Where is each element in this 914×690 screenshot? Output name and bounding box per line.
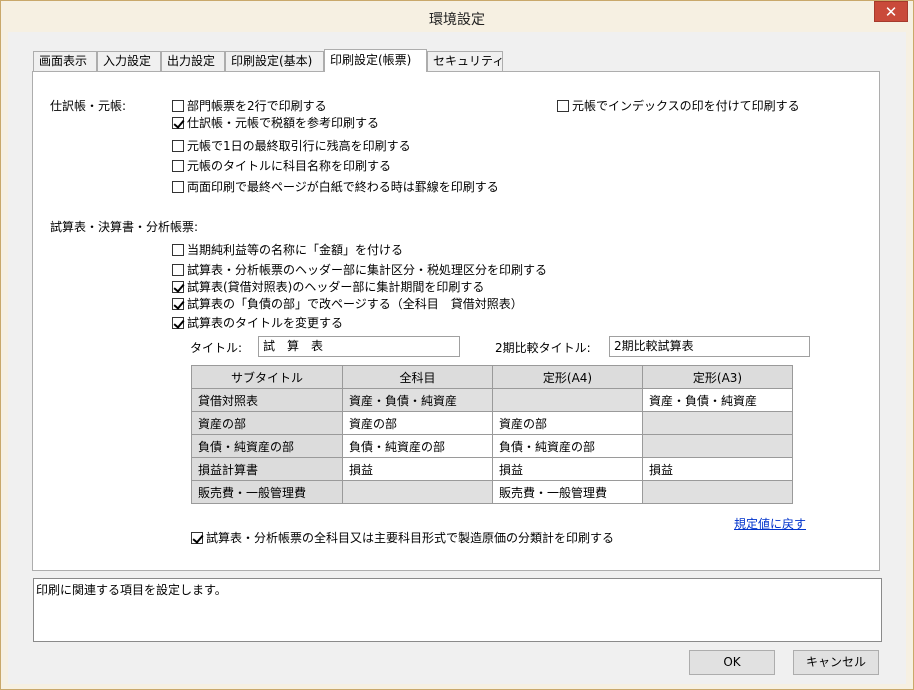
- checkbox-label: 試算表のタイトルを変更する: [187, 316, 344, 330]
- checkbox-label: 元帳でインデックスの印を付けて印刷する: [572, 99, 800, 113]
- table-cell[interactable]: 損益: [492, 457, 643, 481]
- tab-print-basic[interactable]: 印刷設定(基本): [225, 51, 324, 71]
- compare-title-input[interactable]: 2期比較試算表: [609, 336, 810, 357]
- checkbox-ledger-index-mark[interactable]: 元帳でインデックスの印を付けて印刷する: [557, 97, 800, 114]
- column-header-subtitle: サブタイトル: [191, 365, 343, 389]
- checkbox-label: 当期純利益等の名称に「金額」を付ける: [187, 243, 404, 257]
- row-label: 販売費・一般管理費: [191, 480, 343, 504]
- checkbox-box[interactable]: [172, 139, 184, 152]
- table-row: 販売費・一般管理費 販売費・一般管理費: [191, 480, 793, 504]
- checkbox-tax-reference[interactable]: 仕訳帳・元帳で税額を参考印刷する: [172, 114, 379, 131]
- checkbox-label: 部門帳票を2行で印刷する: [187, 99, 327, 113]
- table-cell[interactable]: 損益: [642, 457, 793, 481]
- checkbox-label: 試算表・分析帳票のヘッダー部に集計区分・税処理区分を印刷する: [187, 263, 548, 277]
- table-header-row: サブタイトル 全科目 定形(A4) 定形(A3): [191, 365, 793, 389]
- subtitle-table: サブタイトル 全科目 定形(A4) 定形(A3) 貸借対照表 資産・負債・純資産…: [191, 365, 793, 504]
- tab-input[interactable]: 入力設定: [97, 51, 161, 71]
- cancel-button[interactable]: キャンセル: [793, 650, 879, 675]
- checkbox-dept-two-lines[interactable]: 部門帳票を2行で印刷する: [172, 97, 327, 114]
- checkbox-ledger-title-account[interactable]: 元帳のタイトルに科目名称を印刷する: [172, 157, 391, 174]
- row-label: 貸借対照表: [191, 388, 343, 412]
- table-cell: [342, 480, 493, 504]
- title-input[interactable]: 試 算 表: [258, 336, 460, 357]
- checkbox-label: 両面印刷で最終ページが白紙で終わる時は罫線を印刷する: [187, 180, 499, 194]
- title-field-label: タイトル:: [190, 341, 243, 355]
- checkbox-duplex-ruled-lines[interactable]: 両面印刷で最終ページが白紙で終わる時は罫線を印刷する: [172, 178, 499, 195]
- table-cell[interactable]: 損益: [342, 457, 493, 481]
- checkbox-daily-balance[interactable]: 元帳で1日の最終取引行に残高を印刷する: [172, 137, 411, 154]
- checkbox-header-category-tax[interactable]: 試算表・分析帳票のヘッダー部に集計区分・税処理区分を印刷する: [172, 261, 547, 278]
- reset-defaults-link[interactable]: 規定値に戻す: [734, 515, 806, 532]
- table-row: 資産の部 資産の部 資産の部: [191, 411, 793, 435]
- checkbox-manufacturing-cost[interactable]: 試算表・分析帳票の全科目又は主要科目形式で製造原価の分類計を印刷する: [191, 529, 614, 546]
- row-label: 資産の部: [191, 411, 343, 435]
- checkbox-change-title[interactable]: 試算表のタイトルを変更する: [172, 314, 343, 331]
- checkbox-label: 試算表・分析帳票の全科目又は主要科目形式で製造原価の分類計を印刷する: [206, 531, 615, 545]
- table-cell[interactable]: 資産・負債・純資産: [642, 388, 793, 412]
- table-cell[interactable]: 販売費・一般管理費: [492, 480, 643, 504]
- close-button[interactable]: ✕: [874, 1, 908, 22]
- checkbox-amount-suffix[interactable]: 当期純利益等の名称に「金額」を付ける: [172, 241, 403, 258]
- checkbox-box[interactable]: [172, 159, 184, 172]
- trial-section-label: 試算表・決算書・分析帳票:: [50, 220, 199, 234]
- table-cell: [642, 480, 793, 504]
- checkbox-box[interactable]: [172, 180, 184, 193]
- checkbox-box[interactable]: [172, 297, 184, 310]
- dialog-client-area: 画面表示 入力設定 出力設定 印刷設定(基本) 印刷設定(帳票) セキュリティ …: [8, 32, 906, 684]
- table-row: 貸借対照表 資産・負債・純資産 資産・負債・純資産: [191, 388, 793, 412]
- window-title: 環境設定: [429, 12, 485, 28]
- checkbox-label: 元帳で1日の最終取引行に残高を印刷する: [187, 139, 411, 153]
- checkbox-label: 仕訳帳・元帳で税額を参考印刷する: [187, 116, 380, 130]
- checkbox-box[interactable]: [172, 316, 184, 329]
- tab-display[interactable]: 画面表示: [33, 51, 97, 71]
- table-cell: [642, 434, 793, 458]
- table-cell[interactable]: 資産の部: [492, 411, 643, 435]
- column-header-fixed-a4: 定形(A4): [492, 365, 643, 389]
- tab-security[interactable]: セキュリティ: [427, 51, 504, 71]
- checkbox-label: 元帳のタイトルに科目名称を印刷する: [187, 159, 392, 173]
- checkbox-box[interactable]: [172, 263, 184, 276]
- table-row: 負債・純資産の部 負債・純資産の部 負債・純資産の部: [191, 434, 793, 458]
- checkbox-header-period[interactable]: 試算表(貸借対照表)のヘッダー部に集計期間を印刷する: [172, 278, 484, 295]
- checkbox-box[interactable]: [172, 116, 184, 129]
- checkbox-box[interactable]: [557, 99, 569, 112]
- title-bar[interactable]: 環境設定 ✕: [1, 1, 913, 33]
- description-box: 印刷に関連する項目を設定します。: [33, 578, 882, 642]
- column-header-fixed-a3: 定形(A3): [642, 365, 793, 389]
- row-label: 負債・純資産の部: [191, 434, 343, 458]
- checkbox-liability-page-break[interactable]: 試算表の「負債の部」で改ページする（全科目 貸借対照表）: [172, 295, 523, 312]
- journal-section-label: 仕訳帳・元帳:: [50, 99, 127, 113]
- checkbox-label: 試算表の「負債の部」で改ページする（全科目 貸借対照表）: [187, 297, 523, 311]
- checkbox-box[interactable]: [172, 243, 184, 256]
- ok-button[interactable]: OK: [689, 650, 775, 675]
- checkbox-box[interactable]: [172, 99, 184, 112]
- tab-panel-print-forms: 仕訳帳・元帳: 部門帳票を2行で印刷する 仕訳帳・元帳で税額を参考印刷する 元帳…: [32, 71, 880, 571]
- checkbox-box[interactable]: [172, 280, 184, 293]
- checkbox-box[interactable]: [191, 531, 203, 544]
- table-cell[interactable]: 負債・純資産の部: [342, 434, 493, 458]
- table-row: 損益計算書 損益 損益 損益: [191, 457, 793, 481]
- tab-output[interactable]: 出力設定: [161, 51, 225, 71]
- table-cell: [642, 411, 793, 435]
- tab-print-forms[interactable]: 印刷設定(帳票): [324, 49, 427, 72]
- checkbox-label: 試算表(貸借対照表)のヘッダー部に集計期間を印刷する: [187, 280, 485, 294]
- column-header-all-accounts: 全科目: [342, 365, 493, 389]
- row-label: 損益計算書: [191, 457, 343, 481]
- table-cell[interactable]: 負債・純資産の部: [492, 434, 643, 458]
- settings-dialog: 環境設定 ✕ 画面表示 入力設定 出力設定 印刷設定(基本) 印刷設定(帳票) …: [0, 0, 914, 690]
- table-cell: 資産・負債・純資産: [342, 388, 493, 412]
- table-cell: [492, 388, 643, 412]
- table-cell[interactable]: 資産の部: [342, 411, 493, 435]
- compare-title-field-label: 2期比較タイトル:: [495, 341, 591, 355]
